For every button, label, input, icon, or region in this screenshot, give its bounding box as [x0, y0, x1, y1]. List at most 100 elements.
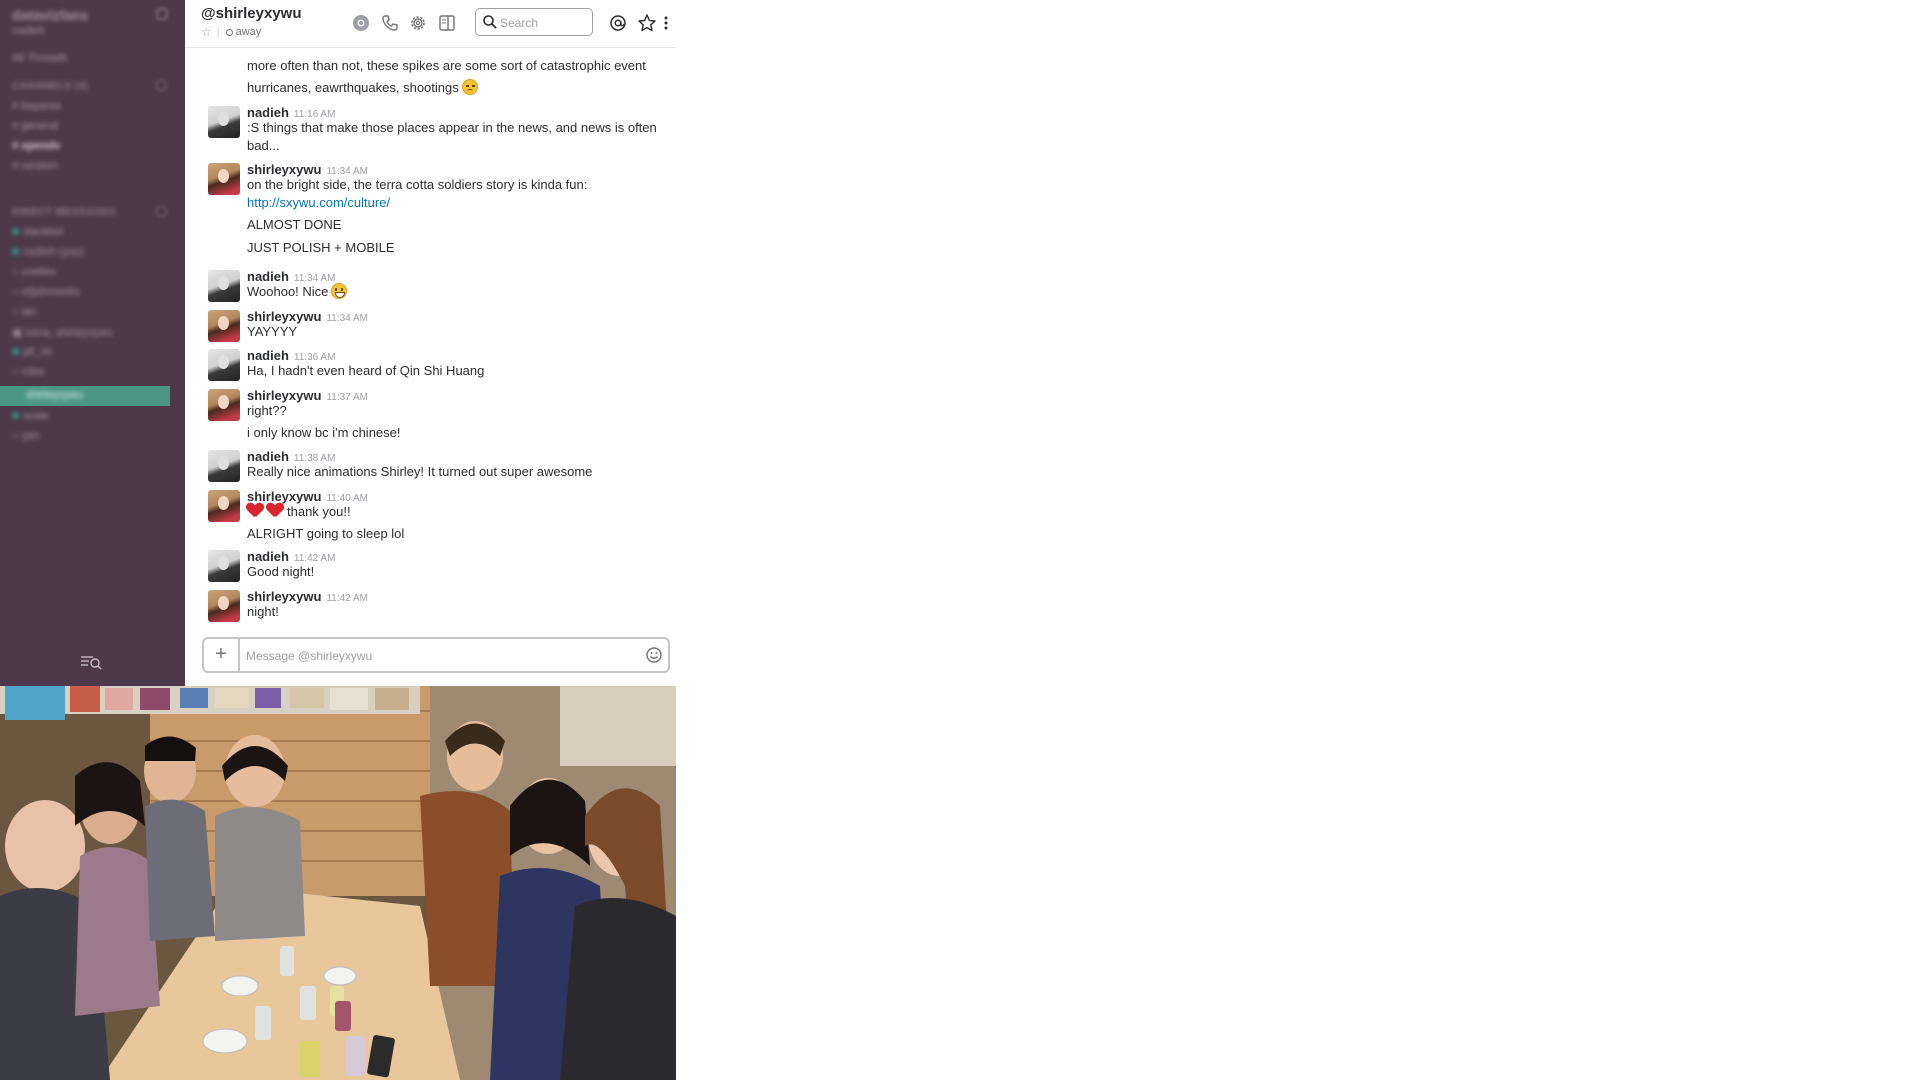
starred-items-icon[interactable] — [637, 13, 657, 33]
avatar[interactable] — [208, 450, 240, 482]
message-text[interactable]: Woohoo! Nice — [247, 283, 348, 301]
avatar[interactable] — [208, 270, 240, 302]
sidebar-item-dm[interactable]: ○ yan — [12, 430, 39, 442]
direct-messages-header[interactable]: DIRECT MESSAGES — [12, 207, 116, 218]
avatar[interactable] — [208, 310, 240, 342]
dm-label: ian — [21, 306, 37, 318]
message-link[interactable]: http://sxywu.com/culture/ — [247, 195, 390, 210]
message-line: thank you!! — [287, 504, 351, 519]
sidebar-item-dm[interactable]: ○ cnelles — [12, 266, 56, 278]
author-name[interactable]: shirleyxywu — [247, 589, 321, 604]
heart-emoji-icon — [247, 503, 263, 518]
message-text[interactable]: ALRIGHT going to sleep lol — [247, 525, 404, 543]
presence-status: away — [235, 26, 262, 38]
author-name[interactable]: nadieh — [247, 105, 289, 120]
message-text[interactable]: hurricanes, eawrthquakes, shootings — [247, 79, 478, 97]
gear-icon[interactable] — [408, 13, 428, 33]
quick-switcher-icon[interactable] — [80, 654, 102, 670]
add-channel-icon[interactable] — [156, 80, 167, 91]
author-name[interactable]: shirleyxywu — [247, 388, 321, 403]
sidebar-item-dm[interactable]: ○ mike — [12, 366, 45, 378]
star-icon[interactable]: ☆ — [201, 25, 212, 39]
message-list[interactable]: more often than not, these spikes are so… — [185, 48, 676, 633]
dm-label: nadieh (you) — [23, 246, 85, 258]
message-text[interactable]: Really nice animations Shirley! It turne… — [247, 463, 592, 481]
message-text[interactable]: bad... — [247, 137, 280, 155]
avatar[interactable] — [208, 163, 240, 195]
sidebar-item-dm-active[interactable]: shirleyxywu — [0, 386, 170, 406]
message-text[interactable]: :S things that make those places appear … — [247, 119, 657, 137]
add-dm-icon[interactable] — [156, 206, 167, 217]
message-text[interactable]: night! — [247, 603, 279, 621]
group-photo — [0, 686, 676, 1080]
channels-header[interactable]: CHANNELS (4) — [12, 81, 89, 92]
avatar[interactable] — [208, 106, 240, 138]
mentions-icon[interactable] — [608, 13, 628, 33]
message-text[interactable]: Ha, I hadn't even heard of Qin Shi Huang — [247, 362, 484, 380]
channel-title[interactable]: @shirleyxywu — [201, 5, 302, 22]
author-name[interactable]: nadieh — [247, 348, 289, 363]
sidebar-item-dm[interactable]: nadieh (you) — [12, 246, 84, 258]
dm-label: susie — [23, 410, 49, 422]
sidebar-item-channel[interactable]: # random — [12, 160, 58, 172]
dm-label: slackbot — [23, 226, 64, 238]
message-text[interactable]: i only know bc i'm chinese! — [247, 424, 401, 442]
message-text[interactable]: ALMOST DONE — [247, 216, 341, 234]
message-text[interactable]: thank you!! — [247, 503, 351, 521]
dm-label: elijahmeeks — [21, 286, 80, 298]
phone-icon[interactable] — [380, 13, 400, 33]
message-text[interactable]: YAYYYY — [247, 323, 297, 341]
message-text[interactable]: more often than not, these spikes are so… — [247, 57, 646, 75]
message-text[interactable]: right?? — [247, 402, 287, 420]
message-input[interactable] — [246, 647, 626, 665]
sidebar-toggle-icon[interactable] — [437, 13, 457, 33]
heart-emoji-icon — [267, 503, 283, 518]
sidebar-item-channel[interactable]: # opendv — [12, 140, 60, 152]
sidebar-item-dm[interactable]: ○ ian — [12, 306, 36, 318]
author-name[interactable]: nadieh — [247, 549, 289, 564]
dm-label: jdl_nb — [23, 346, 53, 358]
avatar-face — [218, 456, 229, 470]
sidebar-item-dm[interactable]: susie — [12, 410, 49, 422]
attach-button[interactable]: + — [204, 639, 240, 671]
grinning-emoji-icon — [331, 283, 348, 299]
avatar[interactable] — [208, 389, 240, 421]
message-text[interactable]: on the bright side, the terra cotta sold… — [247, 176, 587, 194]
message-text[interactable]: JUST POLISH + MOBILE — [247, 239, 395, 257]
sidebar-item-channel[interactable]: # general — [12, 120, 58, 132]
message-text[interactable]: Good night! — [247, 563, 314, 581]
avatar[interactable] — [208, 490, 240, 522]
author-name[interactable]: nadieh — [247, 449, 289, 464]
info-icon[interactable] — [351, 13, 371, 33]
workspace-name[interactable]: datavizfans — [12, 7, 88, 23]
author-name[interactable]: nadieh — [247, 269, 289, 284]
avatar-face — [218, 316, 229, 330]
avatar[interactable] — [208, 349, 240, 381]
avatar[interactable] — [208, 550, 240, 582]
avatar[interactable] — [208, 590, 240, 622]
dm-label: cnelles — [21, 266, 56, 278]
sidebar: datavizfans nadieh All Threads CHANNELS … — [0, 0, 185, 686]
more-options-icon[interactable] — [661, 13, 671, 33]
author-name[interactable]: shirleyxywu — [247, 309, 321, 324]
online-dot-icon — [12, 248, 19, 255]
sidebar-item-dm[interactable]: ○ elijahmeeks — [12, 286, 80, 298]
timestamp[interactable]: 11:34 AM — [326, 313, 368, 324]
search-input[interactable]: Search — [475, 8, 593, 36]
sidebar-item-threads[interactable]: All Threads — [12, 52, 67, 64]
message-line: hurricanes, eawrthquakes, shootings — [247, 80, 459, 95]
emoji-picker-icon[interactable] — [645, 646, 663, 664]
sidebar-item-dm[interactable]: ▣ irene, shirleyxywu — [12, 326, 113, 339]
presence-icon — [225, 28, 233, 36]
author-name[interactable]: shirleyxywu — [247, 162, 321, 177]
sidebar-item-dm[interactable]: slackbot — [12, 226, 63, 238]
message-composer: + — [202, 637, 670, 673]
avatar-face — [218, 596, 229, 610]
timestamp[interactable]: 11:42 AM — [326, 593, 368, 604]
online-dot-icon — [12, 228, 19, 235]
channel-label: bayarea — [21, 100, 61, 112]
notification-bell-icon[interactable] — [156, 8, 168, 20]
sidebar-item-channel[interactable]: # bayarea — [12, 100, 61, 112]
sidebar-item-dm[interactable]: jdl_nb — [12, 346, 52, 358]
timestamp[interactable]: 11:37 AM — [326, 392, 368, 403]
